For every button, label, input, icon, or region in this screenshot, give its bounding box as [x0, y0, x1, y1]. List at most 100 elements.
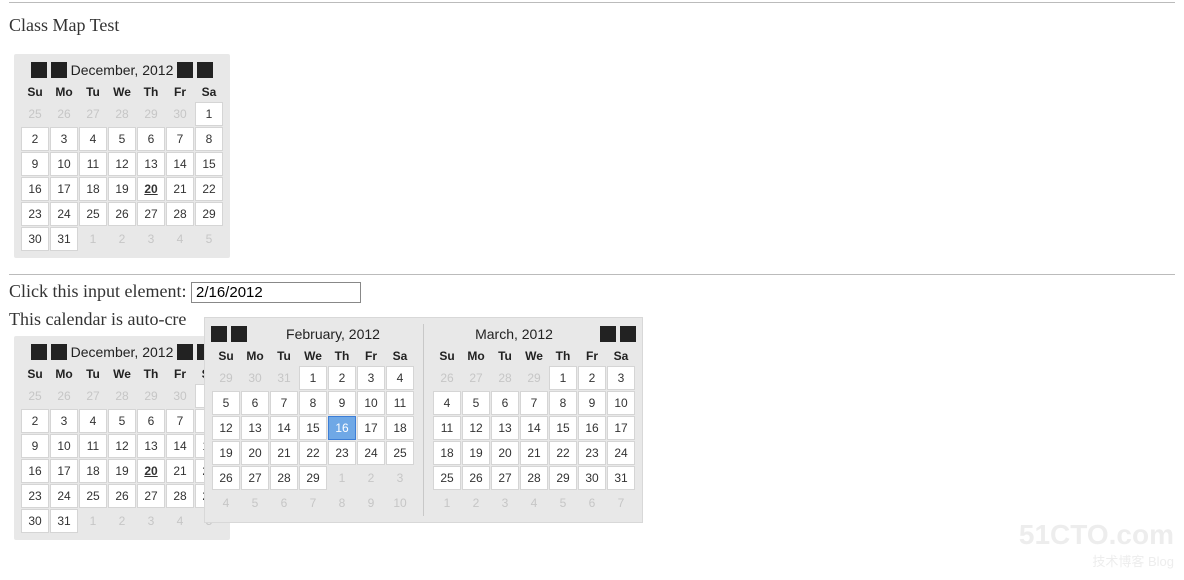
- day-cell[interactable]: 1: [195, 102, 223, 126]
- day-cell[interactable]: 16: [21, 459, 49, 483]
- day-cell[interactable]: 2: [108, 227, 136, 251]
- day-cell[interactable]: 7: [607, 491, 635, 515]
- day-cell[interactable]: 19: [108, 177, 136, 201]
- day-cell[interactable]: 4: [212, 491, 240, 515]
- day-cell[interactable]: 1: [299, 366, 327, 390]
- day-cell[interactable]: 29: [212, 366, 240, 390]
- day-cell[interactable]: 7: [270, 391, 298, 415]
- day-cell[interactable]: 3: [357, 366, 385, 390]
- popup-prev-month-icon[interactable]: [231, 326, 247, 342]
- day-cell[interactable]: 26: [108, 202, 136, 226]
- day-cell[interactable]: 17: [357, 416, 385, 440]
- day-cell[interactable]: 26: [462, 466, 490, 490]
- day-cell[interactable]: 27: [462, 366, 490, 390]
- day-cell[interactable]: 22: [195, 177, 223, 201]
- day-cell[interactable]: 1: [79, 227, 107, 251]
- day-cell[interactable]: 21: [270, 441, 298, 465]
- day-cell[interactable]: 23: [21, 202, 49, 226]
- day-cell[interactable]: 14: [270, 416, 298, 440]
- day-cell[interactable]: 20: [137, 459, 165, 483]
- popup-next-month-icon[interactable]: [600, 326, 616, 342]
- day-cell[interactable]: 11: [79, 152, 107, 176]
- day-cell[interactable]: 29: [520, 366, 548, 390]
- day-cell[interactable]: 27: [137, 484, 165, 508]
- day-cell[interactable]: 24: [50, 484, 78, 508]
- day-cell[interactable]: 27: [241, 466, 269, 490]
- next-month-icon[interactable]: [177, 344, 193, 360]
- day-cell[interactable]: 24: [50, 202, 78, 226]
- day-cell[interactable]: 25: [21, 102, 49, 126]
- day-cell[interactable]: 9: [357, 491, 385, 515]
- day-cell[interactable]: 16: [328, 416, 356, 440]
- day-cell[interactable]: 6: [270, 491, 298, 515]
- day-cell[interactable]: 20: [241, 441, 269, 465]
- day-cell[interactable]: 28: [108, 102, 136, 126]
- day-cell[interactable]: 12: [212, 416, 240, 440]
- day-cell[interactable]: 1: [328, 466, 356, 490]
- day-cell[interactable]: 5: [241, 491, 269, 515]
- day-cell[interactable]: 5: [462, 391, 490, 415]
- day-cell[interactable]: 27: [79, 102, 107, 126]
- day-cell[interactable]: 26: [50, 102, 78, 126]
- date-input[interactable]: [191, 282, 361, 303]
- day-cell[interactable]: 15: [549, 416, 577, 440]
- day-cell[interactable]: 16: [21, 177, 49, 201]
- day-cell[interactable]: 25: [433, 466, 461, 490]
- day-cell[interactable]: 3: [137, 227, 165, 251]
- day-cell[interactable]: 29: [549, 466, 577, 490]
- day-cell[interactable]: 27: [137, 202, 165, 226]
- day-cell[interactable]: 2: [578, 366, 606, 390]
- day-cell[interactable]: 5: [195, 227, 223, 251]
- day-cell[interactable]: 5: [108, 409, 136, 433]
- day-cell[interactable]: 23: [578, 441, 606, 465]
- day-cell[interactable]: 25: [79, 484, 107, 508]
- day-cell[interactable]: 26: [433, 366, 461, 390]
- day-cell[interactable]: 6: [241, 391, 269, 415]
- day-cell[interactable]: 12: [108, 434, 136, 458]
- day-cell[interactable]: 7: [166, 409, 194, 433]
- day-cell[interactable]: 23: [328, 441, 356, 465]
- day-cell[interactable]: 6: [578, 491, 606, 515]
- day-cell[interactable]: 9: [21, 152, 49, 176]
- day-cell[interactable]: 4: [166, 509, 194, 533]
- day-cell[interactable]: 5: [549, 491, 577, 515]
- day-cell[interactable]: 30: [21, 227, 49, 251]
- day-cell[interactable]: 28: [491, 366, 519, 390]
- day-cell[interactable]: 11: [386, 391, 414, 415]
- day-cell[interactable]: 2: [357, 466, 385, 490]
- day-cell[interactable]: 13: [241, 416, 269, 440]
- day-cell[interactable]: 19: [212, 441, 240, 465]
- day-cell[interactable]: 6: [491, 391, 519, 415]
- day-cell[interactable]: 14: [166, 152, 194, 176]
- day-cell[interactable]: 2: [21, 127, 49, 151]
- day-cell[interactable]: 22: [299, 441, 327, 465]
- day-cell[interactable]: 7: [166, 127, 194, 151]
- day-cell[interactable]: 4: [520, 491, 548, 515]
- day-cell[interactable]: 3: [50, 127, 78, 151]
- day-cell[interactable]: 18: [79, 177, 107, 201]
- day-cell[interactable]: 29: [299, 466, 327, 490]
- day-cell[interactable]: 18: [79, 459, 107, 483]
- day-cell[interactable]: 31: [607, 466, 635, 490]
- day-cell[interactable]: 26: [108, 484, 136, 508]
- day-cell[interactable]: 30: [21, 509, 49, 533]
- day-cell[interactable]: 10: [607, 391, 635, 415]
- day-cell[interactable]: 17: [607, 416, 635, 440]
- day-cell[interactable]: 13: [491, 416, 519, 440]
- day-cell[interactable]: 15: [195, 152, 223, 176]
- day-cell[interactable]: 11: [79, 434, 107, 458]
- day-cell[interactable]: 25: [79, 202, 107, 226]
- day-cell[interactable]: 3: [607, 366, 635, 390]
- day-cell[interactable]: 28: [520, 466, 548, 490]
- day-cell[interactable]: 15: [299, 416, 327, 440]
- next-year-icon[interactable]: [197, 62, 213, 78]
- day-cell[interactable]: 7: [299, 491, 327, 515]
- day-cell[interactable]: 30: [241, 366, 269, 390]
- day-cell[interactable]: 2: [108, 509, 136, 533]
- day-cell[interactable]: 29: [195, 202, 223, 226]
- day-cell[interactable]: 31: [270, 366, 298, 390]
- day-cell[interactable]: 17: [50, 177, 78, 201]
- day-cell[interactable]: 29: [137, 384, 165, 408]
- day-cell[interactable]: 25: [21, 384, 49, 408]
- day-cell[interactable]: 4: [386, 366, 414, 390]
